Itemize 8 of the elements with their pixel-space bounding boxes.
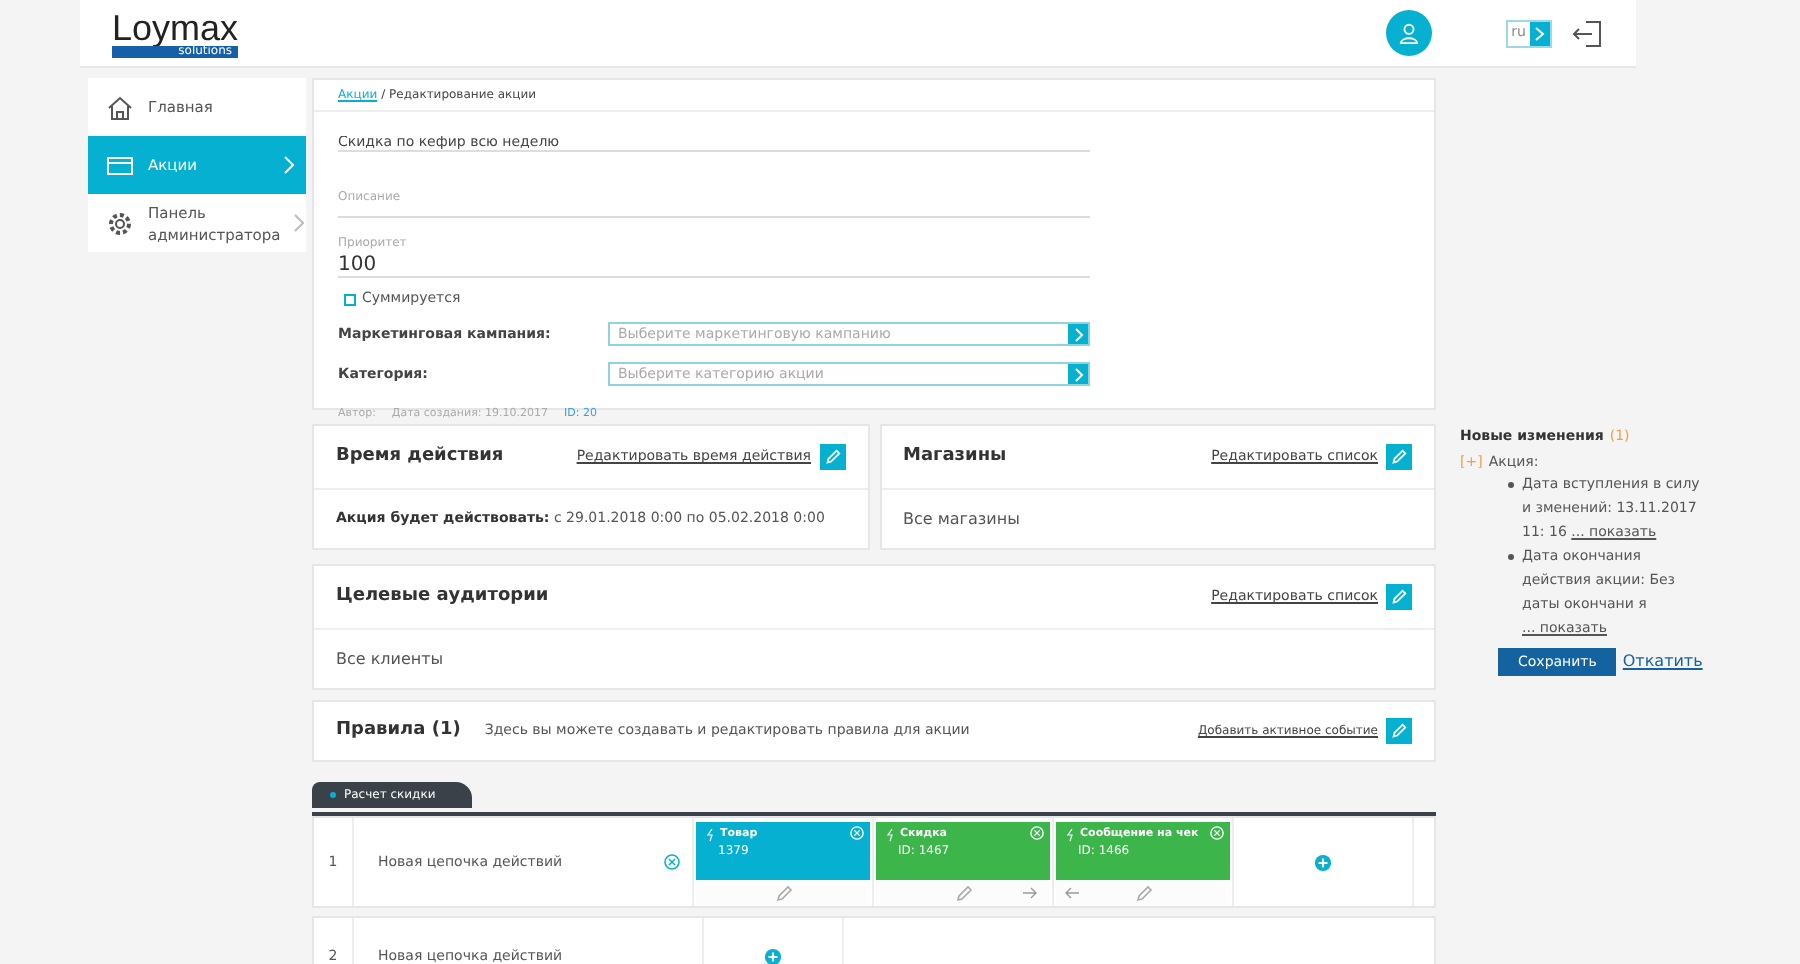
card-title: Магазины [903, 443, 1007, 470]
audience-text: Все клиенты [336, 647, 444, 671]
card-title: Время действия [336, 443, 504, 470]
card-title: Целевые аудитории [336, 583, 549, 610]
stores-text: Все магазины [903, 507, 1020, 531]
revert-link[interactable]: Откатить [1622, 650, 1703, 674]
card-title: Правила (1) [336, 717, 461, 744]
priority-field[interactable]: 100 [338, 252, 1090, 276]
